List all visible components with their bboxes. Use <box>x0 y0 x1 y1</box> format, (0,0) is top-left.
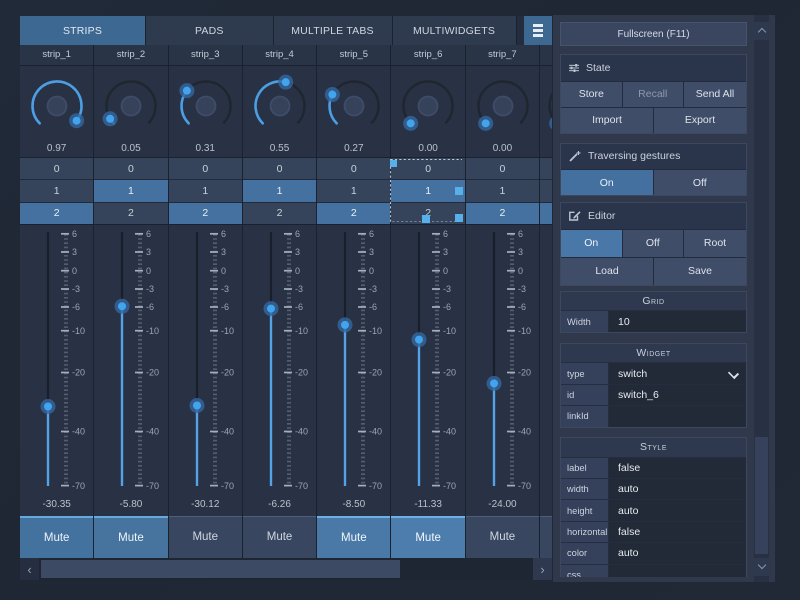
svg-text:-20: -20 <box>518 368 531 378</box>
svg-text:-40: -40 <box>221 427 234 437</box>
svg-text:0: 0 <box>221 266 226 276</box>
svg-text:-20: -20 <box>295 368 308 378</box>
svg-text:-70: -70 <box>369 481 382 491</box>
svg-text:3: 3 <box>518 247 523 257</box>
svg-text:0: 0 <box>369 266 374 276</box>
svg-text:-40: -40 <box>72 427 85 437</box>
svg-text:3: 3 <box>221 247 226 257</box>
svg-text:3: 3 <box>295 247 300 257</box>
svg-text:-70: -70 <box>72 481 85 491</box>
svg-text:6: 6 <box>146 229 151 239</box>
svg-text:-3: -3 <box>518 284 526 294</box>
svg-text:-3: -3 <box>295 284 303 294</box>
svg-text:-3: -3 <box>443 284 451 294</box>
svg-text:0: 0 <box>443 266 448 276</box>
svg-text:-6: -6 <box>369 302 377 312</box>
svg-text:-40: -40 <box>518 427 531 437</box>
svg-text:-10: -10 <box>72 326 85 336</box>
svg-text:-40: -40 <box>146 427 159 437</box>
svg-text:-20: -20 <box>72 368 85 378</box>
svg-text:6: 6 <box>72 229 77 239</box>
svg-text:-20: -20 <box>221 368 234 378</box>
svg-text:-3: -3 <box>72 284 80 294</box>
svg-text:-3: -3 <box>221 284 229 294</box>
svg-text:6: 6 <box>369 229 374 239</box>
svg-text:-20: -20 <box>146 368 159 378</box>
svg-text:-40: -40 <box>443 427 456 437</box>
svg-text:-6: -6 <box>443 302 451 312</box>
svg-text:-6: -6 <box>146 302 154 312</box>
svg-text:-10: -10 <box>369 326 382 336</box>
svg-text:6: 6 <box>295 229 300 239</box>
svg-text:6: 6 <box>221 229 226 239</box>
svg-text:0: 0 <box>295 266 300 276</box>
svg-text:-70: -70 <box>443 481 456 491</box>
svg-text:-6: -6 <box>221 302 229 312</box>
svg-text:-20: -20 <box>369 368 382 378</box>
svg-text:0: 0 <box>72 266 77 276</box>
svg-text:6: 6 <box>443 229 448 239</box>
svg-text:-6: -6 <box>72 302 80 312</box>
svg-text:0: 0 <box>518 266 523 276</box>
svg-text:-70: -70 <box>146 481 159 491</box>
svg-text:3: 3 <box>72 247 77 257</box>
svg-text:-70: -70 <box>295 481 308 491</box>
svg-text:-40: -40 <box>369 427 382 437</box>
svg-text:3: 3 <box>146 247 151 257</box>
svg-text:-3: -3 <box>369 284 377 294</box>
svg-text:-20: -20 <box>443 368 456 378</box>
svg-text:-10: -10 <box>518 326 531 336</box>
svg-text:3: 3 <box>369 247 374 257</box>
svg-text:-10: -10 <box>295 326 308 336</box>
svg-text:-70: -70 <box>518 481 531 491</box>
svg-text:0: 0 <box>146 266 151 276</box>
svg-text:-6: -6 <box>295 302 303 312</box>
svg-text:3: 3 <box>443 247 448 257</box>
svg-text:-3: -3 <box>146 284 154 294</box>
svg-text:-10: -10 <box>443 326 456 336</box>
svg-text:6: 6 <box>518 229 523 239</box>
svg-text:-70: -70 <box>221 481 234 491</box>
svg-text:-10: -10 <box>221 326 234 336</box>
svg-text:-10: -10 <box>146 326 159 336</box>
svg-text:-6: -6 <box>518 302 526 312</box>
svg-text:-40: -40 <box>295 427 308 437</box>
